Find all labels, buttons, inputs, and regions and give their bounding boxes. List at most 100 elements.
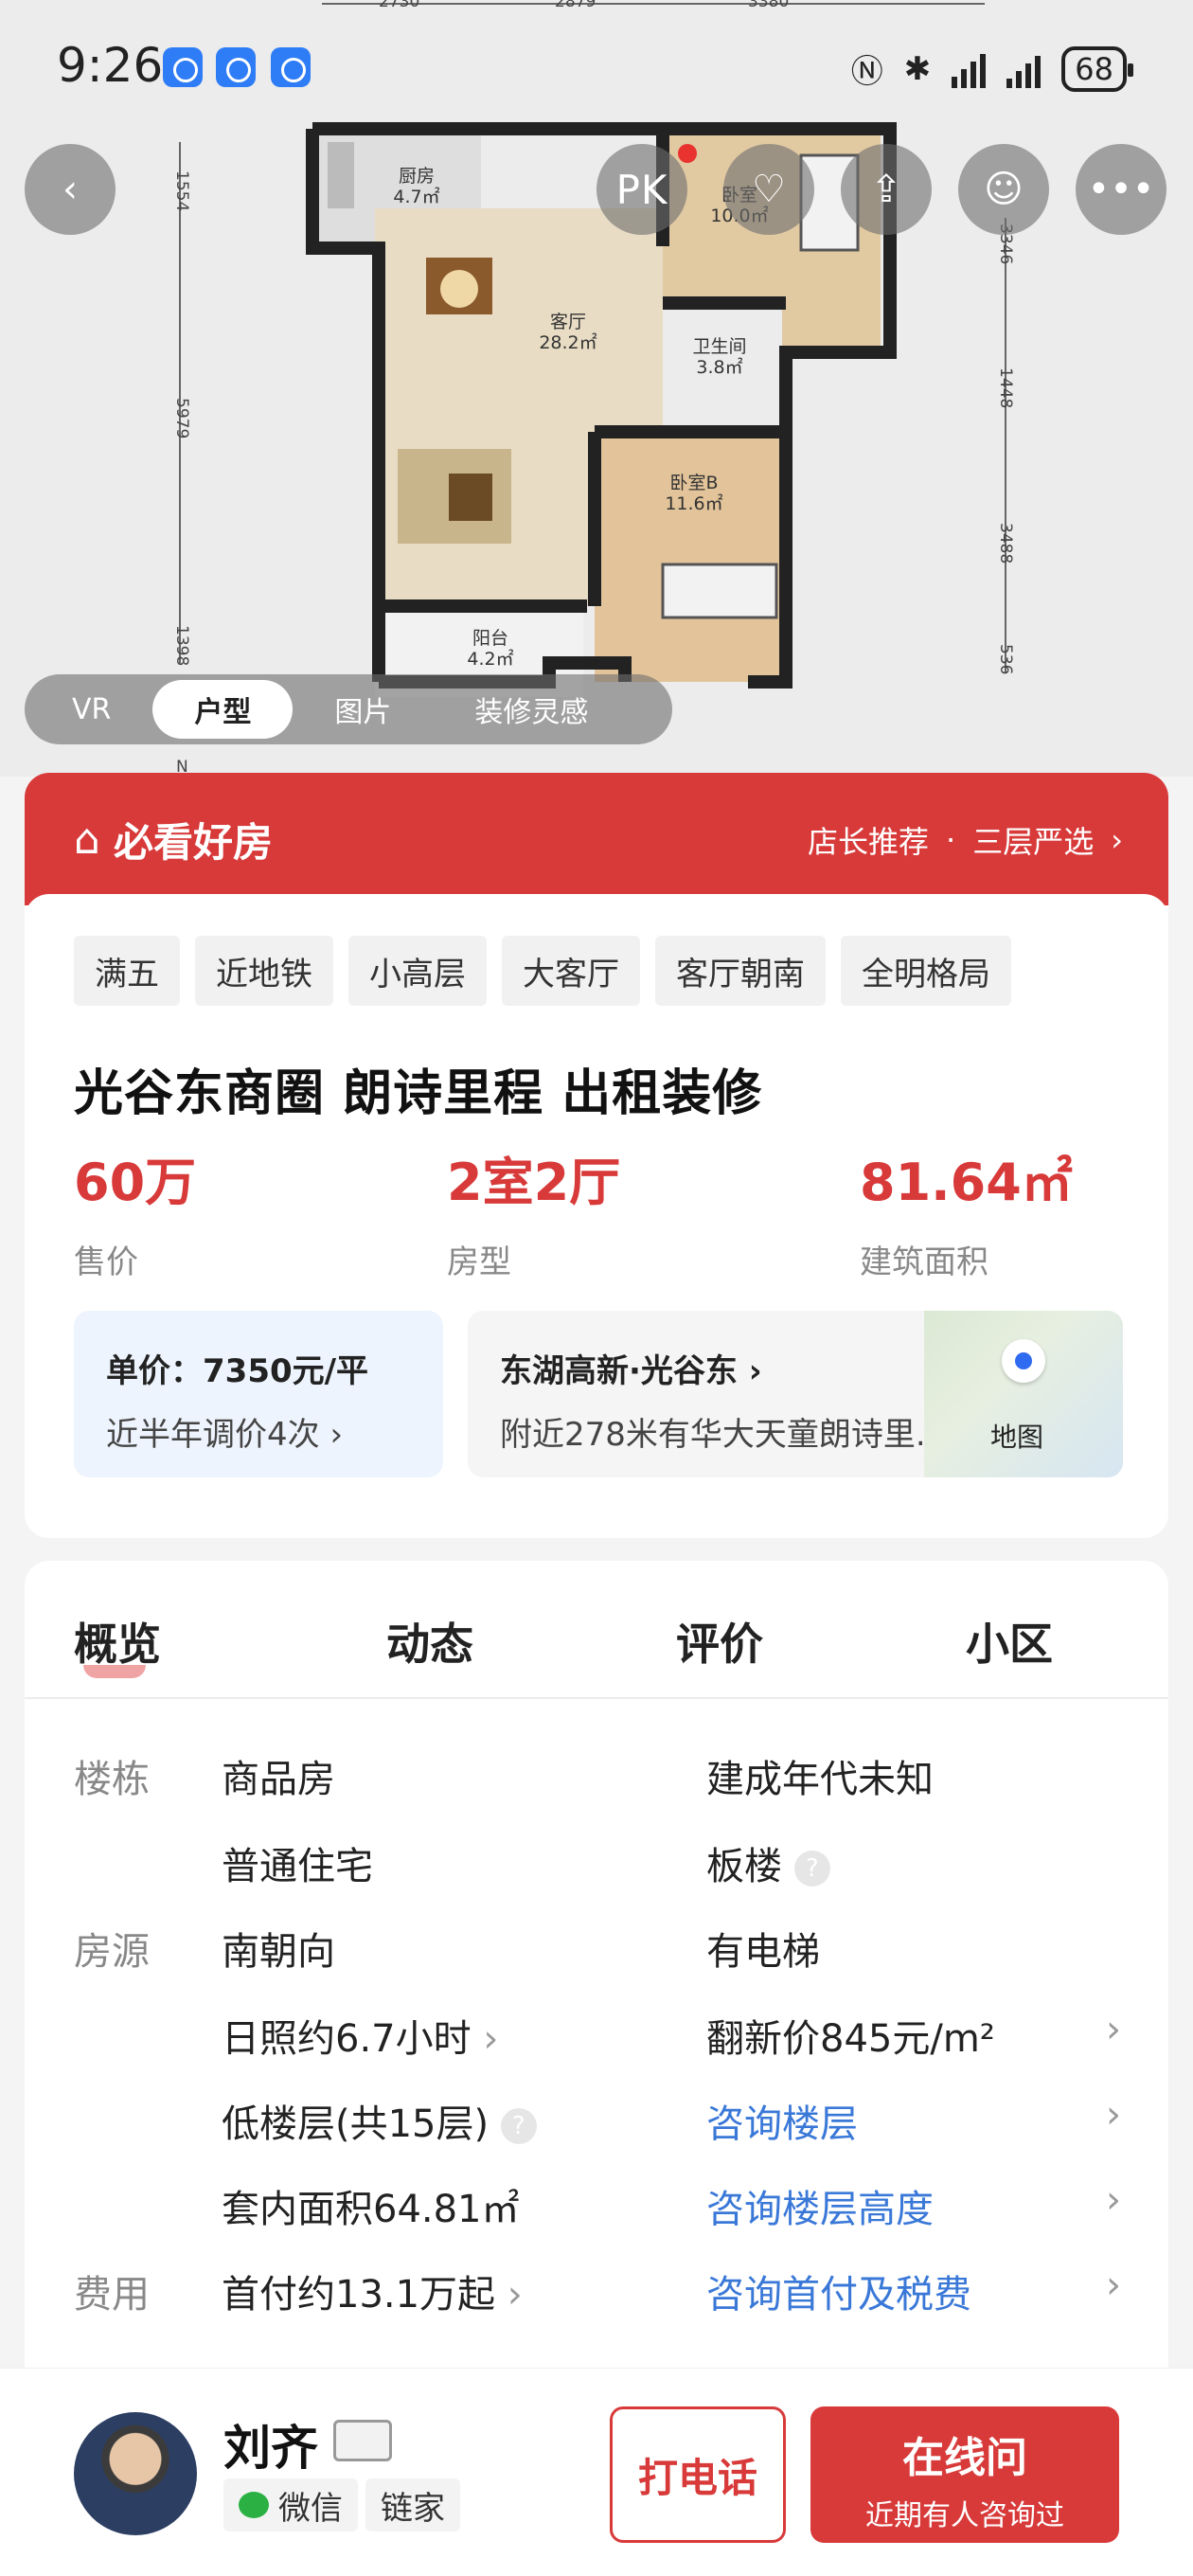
share-icon: ⇪: [870, 168, 902, 211]
voice-app-icon: [216, 47, 256, 87]
house-logo-icon: ⌂: [74, 814, 100, 864]
unit-price-box[interactable]: 单价：7350元/平 近半年调价4次 ›: [74, 1311, 443, 1477]
ask-down-payment-link[interactable]: 咨询首付及税费: [706, 2263, 971, 2318]
chevron-left-icon: ‹: [62, 168, 78, 211]
media-tabs: VR 户型 图片 装修灵感: [25, 674, 672, 744]
banner-store-recommend: 店长推荐: [808, 824, 930, 860]
dim-left-2: 5979: [172, 398, 191, 439]
wechat-icon: [239, 2492, 269, 2518]
more-button[interactable]: •••: [1076, 144, 1166, 235]
call-button[interactable]: 打电话: [610, 2406, 786, 2543]
chevron-right-icon: ›: [1106, 2008, 1121, 2051]
orientation: 南朝向: [222, 1930, 335, 1974]
media-tab-inspiration[interactable]: 装修灵感: [433, 680, 630, 739]
tab-active-indicator: [83, 1665, 146, 1678]
detail-row[interactable]: 日照约6.7小时 › 翻新价845元/m² ›: [25, 2008, 1168, 2065]
detail-row: 楼栋 商品房 建成年代未知: [25, 1748, 1168, 1805]
status-right: Ⓝ ✱ 68: [851, 45, 1133, 92]
signal-2-icon: [1006, 50, 1042, 88]
help-icon[interactable]: ?: [793, 1851, 830, 1887]
chat-icon: ☺: [984, 168, 1024, 211]
price-changes: 近半年调价4次: [106, 1416, 320, 1454]
bluetooth-icon: ✱: [903, 49, 932, 88]
dim-right-3: 3488: [996, 523, 1015, 564]
dim-left-1: 1554: [172, 170, 191, 212]
map-pin-icon: [1002, 1339, 1045, 1383]
online-chat-sub: 近期有人咨询过: [865, 2499, 1064, 2532]
chat-button[interactable]: ☺: [958, 144, 1049, 235]
favorite-button[interactable]: ♡: [723, 144, 814, 235]
listing-page: 厨房4.7㎡ 卧室10.0㎡ 客厅28.2㎡ 卫生间3.8㎡ 卧室B11.6㎡ …: [0, 0, 1193, 2576]
tab-updates[interactable]: 动态: [386, 1610, 473, 1673]
listing-card: ⌂ 必看好房 店长推荐 · 三层严选 › 满五 近地铁 小高层 大客厅 客厅朝南…: [25, 773, 1168, 1538]
media-tab-floorplan[interactable]: 户型: [152, 680, 294, 739]
listing-body: 满五 近地铁 小高层 大客厅 客厅朝南 全明格局 光谷东商圈 朗诗里程 出租装修…: [25, 894, 1168, 1538]
must-see-banner[interactable]: ⌂ 必看好房 店长推荐 · 三层严选 ›: [25, 773, 1168, 905]
pk-button[interactable]: PK: [596, 144, 687, 235]
map-label: 地图: [990, 1422, 1044, 1453]
dim-left-3: 1398: [172, 625, 191, 667]
tag: 小高层: [348, 936, 487, 1006]
section-tabs: 概览 动态 评价 小区: [25, 1561, 1168, 1699]
agent-avatar[interactable]: [74, 2412, 197, 2535]
detail-row[interactable]: 套内面积64.81㎡ 咨询楼层高度 ›: [25, 2178, 1168, 2235]
back-button[interactable]: ‹: [25, 144, 116, 235]
ask-floor-height-link[interactable]: 咨询楼层高度: [706, 2178, 934, 2233]
help-icon[interactable]: ?: [500, 2108, 537, 2144]
business-card-icon[interactable]: [333, 2420, 392, 2461]
battery-icon: 68: [1061, 45, 1133, 92]
signal-icon: [952, 50, 987, 88]
unit-price: 单价：7350元/平: [106, 1352, 369, 1390]
chevron-right-icon: ›: [1111, 822, 1123, 858]
category-listing: 房源: [74, 1930, 150, 1974]
chevron-right-icon: ›: [507, 2273, 523, 2317]
dim-right-2: 1448: [996, 367, 1015, 409]
message-app-icon: [271, 47, 311, 87]
listing-title: 光谷东商圈 朗诗里程 出租装修: [74, 1065, 763, 1122]
build-year: 建成年代未知: [706, 1758, 934, 1801]
area-label: 建筑面积: [860, 1243, 988, 1281]
detail-row: 房源 南朝向 有电梯: [25, 1921, 1168, 1977]
tag: 满五: [74, 936, 180, 1006]
online-chat-button[interactable]: 在线问 近期有人咨询过: [810, 2406, 1119, 2543]
tab-reviews[interactable]: 评价: [676, 1610, 763, 1673]
tag: 近地铁: [195, 936, 333, 1006]
price-label: 售价: [74, 1243, 138, 1281]
tab-overview[interactable]: 概览: [74, 1610, 161, 1673]
detail-row[interactable]: 费用 首付约13.1万起 › 咨询首付及税费 ›: [25, 2263, 1168, 2320]
floor-plan-hero[interactable]: 厨房4.7㎡ 卧室10.0㎡ 客厅28.2㎡ 卫生间3.8㎡ 卧室B11.6㎡ …: [0, 0, 1193, 777]
tag: 大客厅: [502, 936, 640, 1006]
chevron-right-icon: ›: [483, 2017, 499, 2061]
share-button[interactable]: ⇪: [841, 144, 932, 235]
building-type: 商品房: [222, 1758, 335, 1801]
pk-notification-dot: [678, 144, 697, 163]
sunlight: 日照约6.7小时: [222, 2017, 472, 2061]
area-value: 81.64㎡: [860, 1153, 1073, 1212]
inner-area: 套内面积64.81㎡: [222, 2188, 520, 2231]
media-tab-photos[interactable]: 图片: [293, 680, 433, 739]
detail-row[interactable]: 低楼层(共15层) ? 咨询楼层 ›: [25, 2093, 1168, 2150]
media-tab-vr[interactable]: VR: [30, 680, 152, 739]
ask-floor-link[interactable]: 咨询楼层: [706, 2093, 858, 2148]
area-stat: 81.64㎡ 建筑面积: [860, 1140, 1073, 1282]
room-label-balcony: 阳台 4.2㎡: [467, 628, 514, 670]
location-box[interactable]: 东湖高新·光谷东 › 附近278米有华大天童朗诗里... 地图: [468, 1311, 1123, 1477]
notification-app-icon: [163, 47, 203, 87]
agent-name[interactable]: 刘齐: [223, 2410, 318, 2478]
company-chip: 链家: [365, 2478, 460, 2531]
tag: 全明格局: [841, 936, 1011, 1006]
tab-community[interactable]: 小区: [966, 1610, 1053, 1673]
price-value: 60万: [74, 1153, 197, 1212]
layout-label: 房型: [447, 1243, 511, 1281]
room-label-bathroom: 卫生间 3.8㎡: [692, 336, 747, 378]
banner-three-level: 三层严选: [972, 824, 1095, 860]
chevron-right-icon: ›: [329, 1416, 344, 1454]
wechat-chip[interactable]: 微信: [223, 2478, 358, 2531]
chevron-right-icon: ›: [1106, 2178, 1121, 2222]
renovation-price: 翻新价845元/m²: [706, 2017, 995, 2061]
chevron-right-icon: ›: [1106, 2093, 1121, 2137]
detail-row: 普通住宅 板楼 ?: [25, 1835, 1168, 1892]
map-thumbnail[interactable]: 地图: [924, 1311, 1123, 1477]
banner-title: 必看好房: [113, 818, 273, 866]
tag-list: 满五 近地铁 小高层 大客厅 客厅朝南 全明格局: [74, 936, 1011, 1006]
